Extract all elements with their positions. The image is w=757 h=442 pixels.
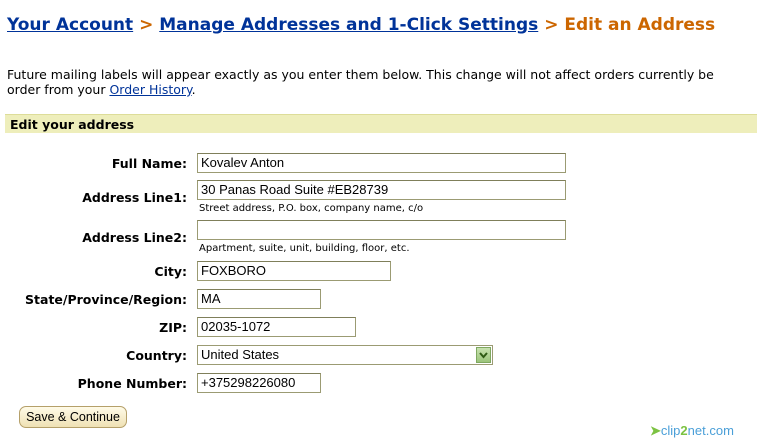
address-line2-hint: Apartment, suite, unit, building, floor,… — [199, 243, 410, 254]
phone-input[interactable]: +375298226080 — [197, 373, 321, 393]
breadcrumb-separator: > — [139, 15, 154, 35]
save-continue-button[interactable]: Save & Continue — [19, 406, 127, 428]
order-history-link[interactable]: Order History — [109, 82, 191, 97]
city-label: City: — [154, 264, 187, 279]
zip-input[interactable]: 02035-1072 — [197, 317, 356, 337]
address-line1-hint: Street address, P.O. box, company name, … — [199, 203, 424, 214]
breadcrumb: Your Account > Manage Addresses and 1-Cl… — [7, 15, 715, 35]
address-line1-input[interactable]: 30 Panas Road Suite #EB28739 — [197, 180, 566, 200]
country-selected-value: United States — [201, 347, 280, 362]
country-select[interactable]: United States — [197, 345, 493, 365]
watermark-two: 2 — [680, 423, 688, 438]
breadcrumb-manage-addresses-link[interactable]: Manage Addresses and 1-Click Settings — [159, 15, 538, 35]
breadcrumb-current-page: Edit an Address — [564, 15, 716, 35]
clip2net-watermark: ➤clip2net.com — [650, 423, 734, 439]
address-line2-label: Address Line2: — [82, 230, 187, 245]
address-line2-input[interactable] — [197, 220, 566, 240]
state-label: State/Province/Region: — [25, 292, 187, 307]
breadcrumb-your-account-link[interactable]: Your Account — [7, 15, 133, 35]
breadcrumb-separator: > — [544, 15, 559, 35]
zip-label: ZIP: — [159, 320, 187, 335]
phone-label: Phone Number: — [77, 376, 187, 391]
leaf-icon: ➤ — [650, 423, 661, 438]
full-name-input[interactable]: Kovalev Anton — [197, 153, 566, 173]
country-label: Country: — [126, 348, 187, 363]
watermark-prefix: clip — [660, 423, 681, 438]
intro-line-2-suffix: . — [191, 82, 196, 97]
address-line1-label: Address Line1: — [82, 190, 187, 205]
section-title: Edit your address — [5, 114, 757, 133]
state-input[interactable]: MA — [197, 289, 321, 309]
watermark-suffix: net.com — [687, 423, 734, 438]
intro-line-2-prefix: order from your — [7, 82, 110, 97]
full-name-label: Full Name: — [111, 156, 187, 171]
intro-line-2: order from your Order History. — [7, 82, 757, 97]
chevron-down-icon[interactable] — [476, 347, 491, 363]
intro-text: Future mailing labels will appear exactl… — [7, 67, 757, 97]
intro-line-1: Future mailing labels will appear exactl… — [7, 67, 714, 82]
city-input[interactable]: FOXBORO — [197, 261, 391, 281]
